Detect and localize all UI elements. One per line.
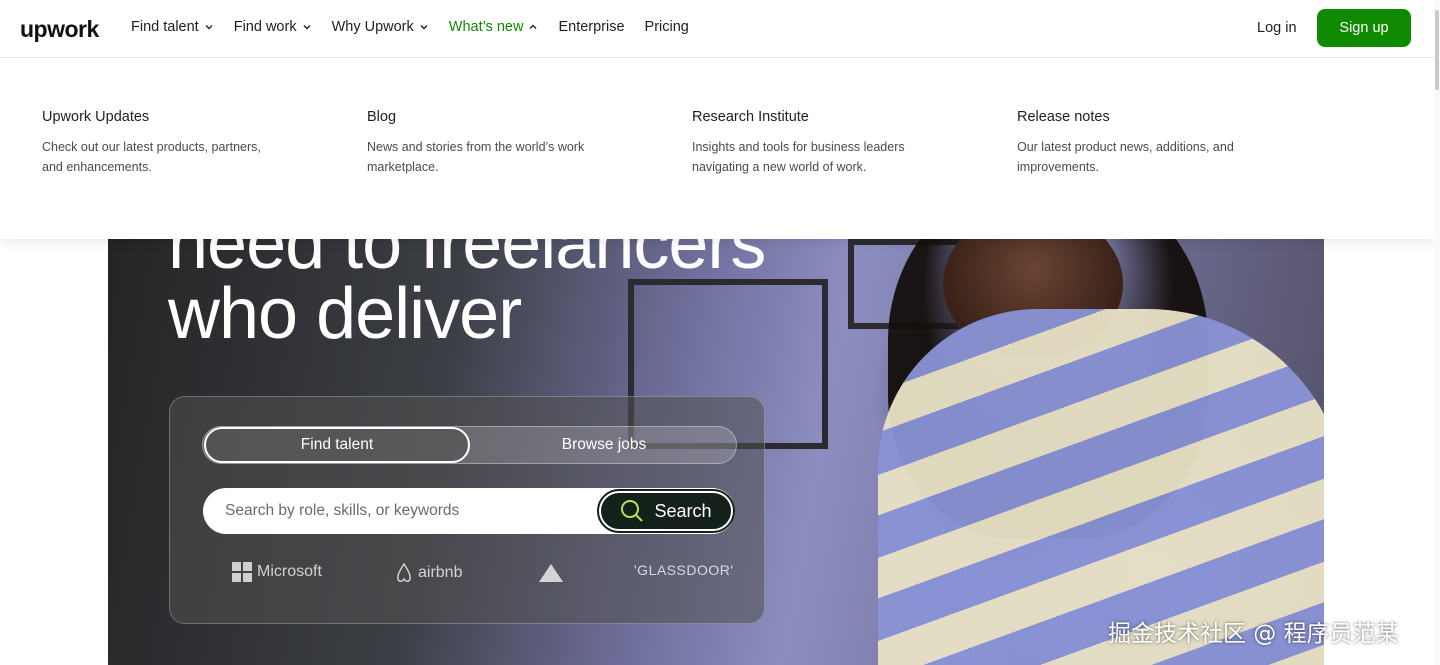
- airbnb-logo-text: airbnb: [418, 564, 463, 581]
- microsoft-logo-text: Microsoft: [257, 563, 322, 580]
- watermark: 掘金技术社区 @ 程序员范某: [1108, 621, 1399, 647]
- main-nav: Find talent Find work Why Upwork What’s …: [131, 19, 709, 35]
- search-icon: [620, 499, 644, 523]
- nav-why-upwork[interactable]: Why Upwork: [332, 19, 429, 35]
- top-navigation: upwork Find talent Find work Why Upwork …: [0, 0, 1440, 58]
- search-button[interactable]: Search: [597, 489, 735, 533]
- nav-pricing[interactable]: Pricing: [645, 19, 689, 35]
- upwork-logo[interactable]: upwork: [20, 16, 99, 43]
- dropdown-item-title: Release notes: [1017, 109, 1110, 125]
- search-bar: Search: [203, 488, 735, 534]
- chevron-down-icon: [204, 22, 214, 32]
- nav-pricing-label: Pricing: [644, 19, 689, 35]
- signup-button[interactable]: Sign up: [1317, 9, 1411, 47]
- toggle-find-talent[interactable]: Find talent: [204, 427, 470, 463]
- nav-find-work[interactable]: Find work: [234, 19, 312, 35]
- dropdown-item-upwork-updates[interactable]: Upwork Updates Check out our latest prod…: [42, 109, 282, 177]
- dropdown-item-description: Check out our latest products, partners,…: [42, 140, 261, 174]
- toggle-browse-jobs[interactable]: Browse jobs: [471, 427, 737, 463]
- dropdown-item-title: Upwork Updates: [42, 109, 150, 125]
- chevron-up-icon: [528, 22, 538, 32]
- dropdown-item-blog[interactable]: Blog News and stories from the world’s w…: [367, 109, 607, 177]
- nav-find-work-label: Find work: [233, 19, 297, 35]
- bissell-logo: [536, 562, 566, 584]
- dropdown-item-title: Research Institute: [692, 109, 809, 125]
- dropdown-item-title: Blog: [367, 109, 397, 125]
- hero-banner: need to freelancers who deliver Find tal…: [108, 239, 1324, 665]
- hero-person-sweater: [878, 309, 1324, 665]
- nav-find-talent[interactable]: Find talent: [131, 19, 214, 35]
- microsoft-logo: Microsoft: [232, 562, 322, 582]
- dropdown-item-research-institute[interactable]: Research Institute Insights and tools fo…: [692, 109, 932, 177]
- page-scrollbar[interactable]: [1434, 0, 1440, 665]
- nav-whats-new[interactable]: What’s new: [449, 19, 539, 35]
- search-button-label: Search: [654, 500, 712, 521]
- chevron-down-icon: [302, 22, 312, 32]
- nav-why-upwork-label: Why Upwork: [331, 19, 414, 35]
- nav-enterprise-label: Enterprise: [558, 19, 625, 35]
- chevron-down-icon: [419, 22, 429, 32]
- hero-headline: need to freelancers who deliver: [168, 239, 766, 354]
- dropdown-item-description: Insights and tools for business leaders …: [692, 140, 905, 174]
- dropdown-item-description: Our latest product news, additions, and …: [1017, 140, 1234, 174]
- search-card: Find talent Browse jobs Search Microsoft…: [169, 396, 765, 624]
- search-mode-toggle: Find talent Browse jobs: [202, 426, 737, 464]
- glassdoor-logo: 'GLASSDOOR': [634, 562, 734, 578]
- dropdown-item-description: News and stories from the world’s work m…: [367, 140, 585, 174]
- airbnb-logo: airbnb: [394, 562, 462, 584]
- whats-new-dropdown: Upwork Updates Check out our latest prod…: [0, 58, 1434, 239]
- airbnb-icon: [397, 562, 411, 582]
- microsoft-grid-icon: [232, 562, 252, 582]
- hero-headline-line1: need to freelancers: [168, 239, 766, 284]
- nav-whats-new-label: What’s new: [448, 19, 524, 35]
- scrollbar-thumb[interactable]: [1435, 10, 1439, 90]
- hero-headline-line2: who deliver: [168, 274, 522, 354]
- nav-enterprise[interactable]: Enterprise: [558, 19, 624, 35]
- search-input[interactable]: [225, 488, 585, 534]
- login-link[interactable]: Log in: [1257, 20, 1297, 36]
- nav-find-talent-label: Find talent: [131, 19, 199, 35]
- trusted-by-logos: Microsoft airbnb 'GLASSDOOR': [230, 562, 733, 588]
- dropdown-item-release-notes[interactable]: Release notes Our latest product news, a…: [1017, 109, 1257, 177]
